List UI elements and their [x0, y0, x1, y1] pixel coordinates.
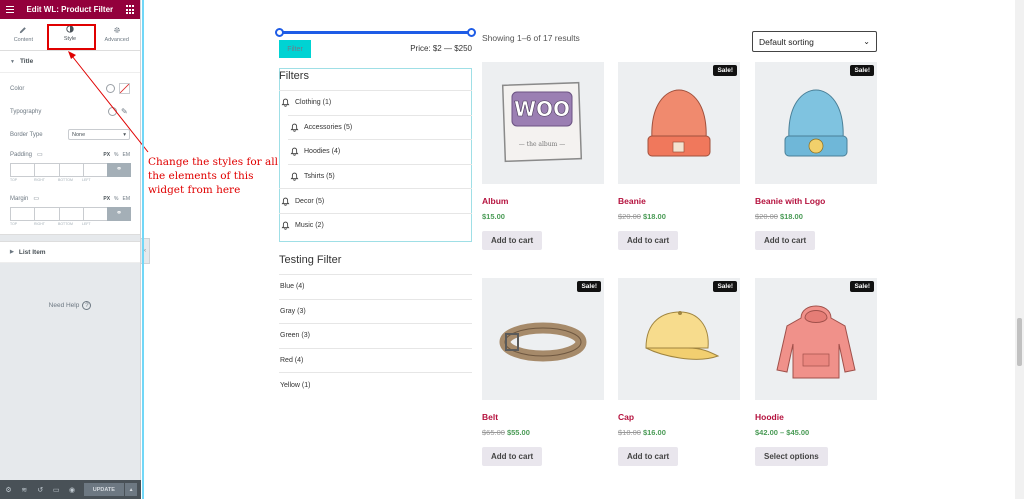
filter-item-label: Accessories (5)	[304, 123, 353, 131]
product-card: Sale! Cap $18.00 $16.00 Add to cart	[618, 278, 740, 466]
sale-badge: Sale!	[713, 281, 737, 292]
sale-badge: Sale!	[850, 65, 874, 76]
bell-icon	[281, 98, 290, 107]
bell-icon	[290, 148, 299, 157]
product-price: $20.00 $18.00	[618, 212, 740, 221]
testing-filter-label: Blue (4)	[280, 283, 305, 291]
testing-filter-title: Testing Filter	[279, 254, 342, 266]
bell-icon	[281, 197, 290, 206]
product-current-price: $42.00 – $45.00	[755, 428, 810, 437]
product-current-price: $18.00	[642, 212, 666, 221]
bell-icon	[281, 221, 290, 230]
beanie-logo-image-icon	[784, 89, 848, 157]
add-to-cart-button[interactable]: Add to cart	[618, 231, 679, 250]
sort-value: Default sorting	[759, 36, 814, 47]
belt-image-icon	[499, 322, 587, 362]
product-image[interactable]: Sale!	[755, 62, 877, 184]
price-slider-max-handle[interactable]	[467, 28, 476, 37]
filter-item[interactable]: Accessories (5)	[288, 114, 472, 140]
beanie-image-icon	[647, 89, 711, 157]
svg-text:WOO: WOO	[514, 97, 570, 121]
add-to-cart-button[interactable]: Add to cart	[482, 231, 543, 250]
sort-select[interactable]: Default sorting ⌄	[752, 31, 877, 52]
testing-filter-label: Gray (3)	[280, 307, 306, 315]
product-price: $15.00	[482, 212, 604, 221]
testing-filter-item[interactable]: Blue (4)	[279, 274, 472, 299]
product-current-price: $16.00	[642, 428, 666, 437]
filter-item[interactable]: Tshirts (5)	[288, 163, 472, 189]
product-current-price: $18.00	[779, 212, 803, 221]
testing-filter-label: Yellow (1)	[280, 381, 311, 389]
filter-item-label: Decor (5)	[295, 197, 325, 205]
filter-item-label: Clothing (1)	[295, 99, 332, 107]
product-image[interactable]: Sale!	[482, 278, 604, 400]
filter-item[interactable]: Clothing (1)	[279, 90, 472, 115]
sale-badge: Sale!	[577, 281, 601, 292]
product-old-price: $20.00	[755, 212, 778, 221]
sale-badge: Sale!	[850, 281, 874, 292]
product-card: Sale! Beanie $20.00 $18.00 Add to cart	[618, 62, 740, 250]
add-to-cart-button[interactable]: Select options	[755, 447, 828, 466]
product-old-price: $65.00	[482, 428, 505, 437]
scrollbar-thumb[interactable]	[1017, 318, 1022, 366]
product-image[interactable]: Sale!	[755, 278, 877, 400]
cap-image-icon	[645, 311, 720, 360]
testing-filter-item[interactable]: Yellow (1)	[279, 372, 472, 397]
product-price: $42.00 – $45.00	[755, 428, 877, 437]
price-slider-min-handle[interactable]	[275, 28, 284, 37]
filter-item-label: Tshirts (5)	[304, 173, 335, 181]
chevron-down-icon: ⌄	[863, 37, 870, 46]
testing-filter-item[interactable]: Red (4)	[279, 347, 472, 373]
filter-item[interactable]: Hoodies (4)	[288, 139, 472, 164]
product-name[interactable]: Cap	[618, 412, 740, 422]
filter-item[interactable]: Decor (5)	[279, 188, 472, 213]
product-image[interactable]: WOO — the album —	[482, 62, 604, 184]
testing-filter-item[interactable]: Green (3)	[279, 323, 472, 348]
svg-text:— the album —: — the album —	[519, 141, 565, 148]
product-card: WOO — the album — Album $15.00 Add to cart	[482, 62, 604, 250]
product-current-price: $15.00	[482, 212, 505, 221]
page-scrollbar[interactable]	[1015, 0, 1024, 499]
annotation-text: Change the styles for all the elements o…	[148, 156, 279, 196]
testing-filter-item[interactable]: Gray (3)	[279, 298, 472, 324]
filter-item-label: Music (2)	[295, 222, 324, 230]
filters-title: Filters	[279, 70, 309, 82]
product-price: $65.00 $55.00	[482, 428, 604, 437]
filter-button[interactable]: Filter	[279, 40, 311, 58]
add-to-cart-button[interactable]: Add to cart	[755, 231, 816, 250]
testing-filter-label: Green (3)	[280, 332, 310, 340]
product-name[interactable]: Beanie with Logo	[755, 196, 877, 206]
product-card: Sale! Belt $65.00 $55.00 Add to cart	[482, 278, 604, 466]
product-name[interactable]: Hoodie	[755, 412, 877, 422]
filter-item[interactable]: Music (2)	[279, 213, 472, 238]
bell-icon	[290, 123, 299, 132]
add-to-cart-button[interactable]: Add to cart	[482, 447, 543, 466]
preview-frame-edge	[142, 0, 144, 499]
product-name[interactable]: Beanie	[618, 196, 740, 206]
product-old-price: $18.00	[618, 428, 641, 437]
product-card: Sale! Hoodie $42.00 – $45.00 Select options	[755, 278, 877, 466]
result-count: Showing 1–6 of 17 results	[482, 33, 580, 43]
product-price: $20.00 $18.00	[755, 212, 877, 221]
bell-icon	[290, 172, 299, 181]
album-image-icon: WOO — the album —	[501, 81, 583, 163]
product-image[interactable]: Sale!	[618, 278, 740, 400]
add-to-cart-button[interactable]: Add to cart	[618, 447, 679, 466]
product-price: $18.00 $16.00	[618, 428, 740, 437]
product-current-price: $55.00	[506, 428, 530, 437]
product-old-price: $20.00	[618, 212, 641, 221]
price-slider-track[interactable]	[279, 31, 472, 34]
filter-item-label: Hoodies (4)	[304, 148, 341, 156]
product-name[interactable]: Belt	[482, 412, 604, 422]
sale-badge: Sale!	[713, 65, 737, 76]
hoodie-image-icon	[776, 305, 856, 379]
app: Edit WL: Product Filter Content Style Ad…	[0, 0, 1024, 499]
testing-filter-label: Red (4)	[280, 357, 304, 365]
product-card: Sale! Beanie with Logo $20.00 $18.00 Add to …	[755, 62, 877, 250]
product-image[interactable]: Sale!	[618, 62, 740, 184]
price-range-text: Price: $2 — $250	[410, 44, 472, 53]
product-name[interactable]: Album	[482, 196, 604, 206]
